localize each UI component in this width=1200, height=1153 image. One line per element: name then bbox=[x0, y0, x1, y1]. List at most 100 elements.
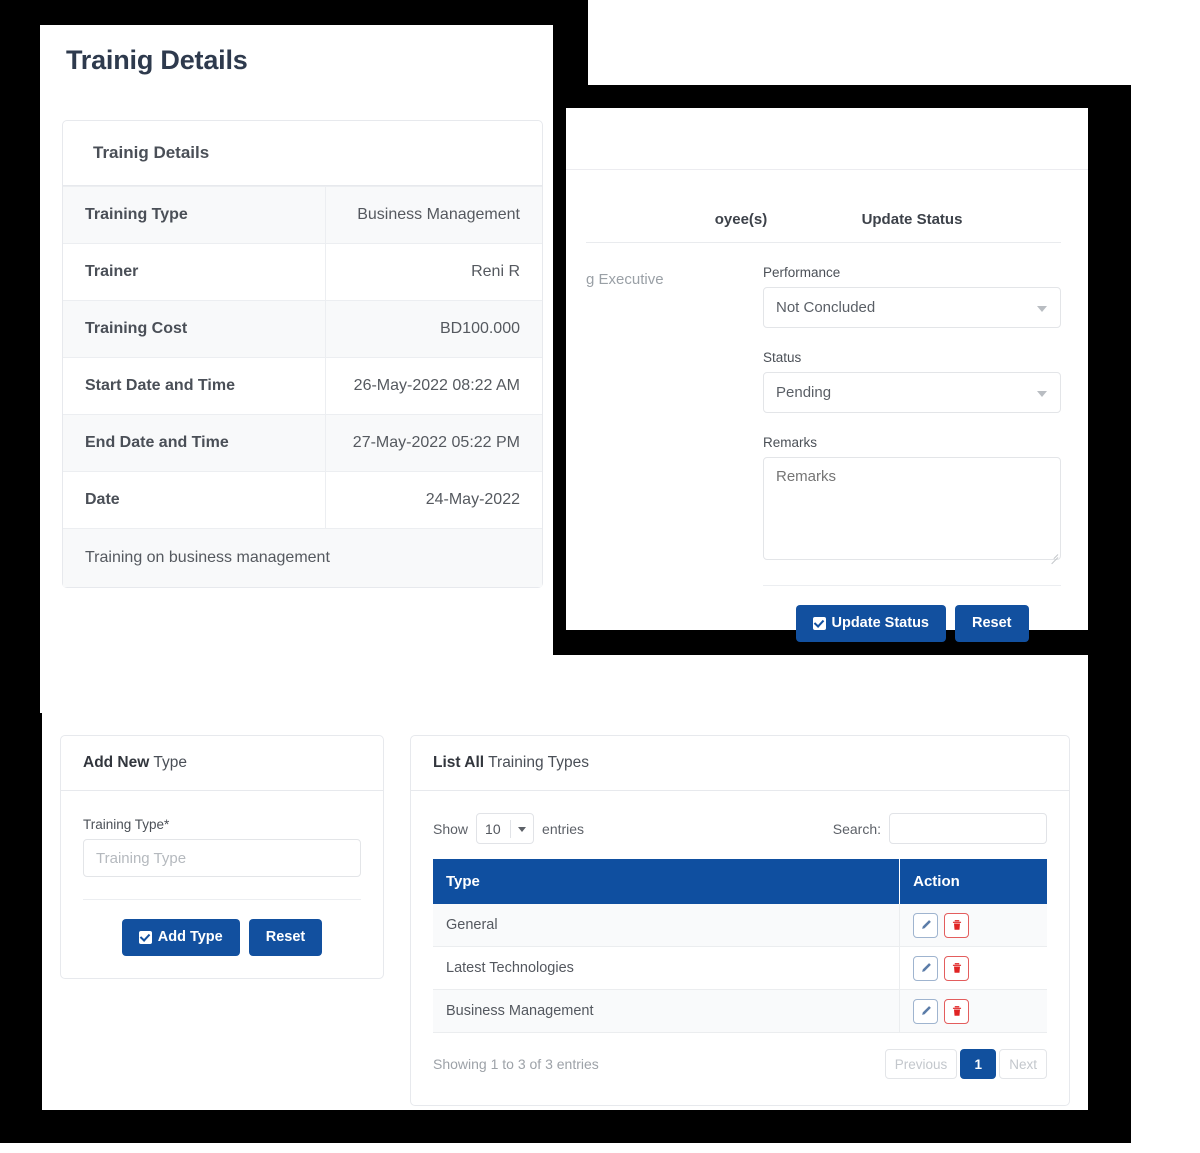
page-title: Trainig Details bbox=[66, 45, 248, 75]
add-new-type-card: Add New Type Training Type* Add Type Res… bbox=[60, 735, 384, 979]
list-training-types-card-body: Show 10 entries Search: Type Action Gene… bbox=[411, 791, 1069, 1105]
status-label: Status bbox=[763, 350, 802, 365]
list-all-title-rest: Training Types bbox=[484, 754, 589, 771]
checkbox-check-icon bbox=[812, 616, 826, 630]
row-value: 24-May-2022 bbox=[325, 471, 542, 529]
training-types-table-body: General Latest Technologies Business Man… bbox=[433, 904, 1047, 1033]
update-status-reset-button[interactable]: Reset bbox=[955, 605, 1029, 642]
row-label: Date bbox=[63, 471, 326, 529]
chevron-down-icon bbox=[1037, 305, 1047, 312]
table-row: Training Cost BD100.000 bbox=[63, 300, 542, 358]
remarks-textarea[interactable] bbox=[763, 457, 1061, 560]
cell-action bbox=[899, 946, 1047, 990]
datatable-info: Showing 1 to 3 of 3 entries bbox=[433, 1056, 599, 1072]
trainig-details-table-body: Training Type Business Management Traine… bbox=[63, 186, 542, 587]
performance-value: Not Concluded bbox=[776, 299, 876, 316]
row-value: BD100.000 bbox=[325, 300, 542, 358]
chevron-down-icon bbox=[518, 826, 527, 832]
delete-icon[interactable] bbox=[944, 998, 970, 1024]
add-type-reset-button[interactable]: Reset bbox=[248, 919, 323, 956]
show-label: Show bbox=[433, 820, 469, 837]
page-length-value: 10 bbox=[485, 820, 501, 837]
delete-icon[interactable] bbox=[944, 912, 970, 938]
search-input[interactable] bbox=[889, 813, 1047, 844]
pagination-page-1[interactable]: 1 bbox=[960, 1049, 997, 1079]
row-value: Reni R bbox=[325, 243, 542, 301]
training-type-input[interactable] bbox=[83, 839, 361, 877]
table-row: Business Management bbox=[433, 989, 1047, 1033]
add-type-button-row: Add Type Reset bbox=[83, 899, 361, 956]
update-status-page: oyee(s) g Executive Update Status Perfor… bbox=[566, 108, 1088, 642]
list-training-types-card-title: List All Training Types bbox=[411, 736, 1069, 791]
training-types-page: Add New Type Training Type* Add Type Res… bbox=[42, 655, 1088, 1110]
update-status-button[interactable]: Update Status bbox=[795, 605, 946, 642]
table-row: Training Type Business Management bbox=[63, 186, 542, 244]
training-type-field-label: Training Type* bbox=[83, 817, 170, 832]
status-value: Pending bbox=[776, 384, 832, 401]
trainig-details-table: Training Type Business Management Traine… bbox=[63, 186, 542, 587]
update-status-column: Update Status Performance Not Concluded … bbox=[763, 211, 1061, 642]
list-all-title-strong: List All bbox=[433, 754, 485, 771]
pagination: Previous 1 Next bbox=[884, 1049, 1047, 1079]
pagination-next[interactable]: Next bbox=[999, 1049, 1047, 1079]
row-value: Business Management bbox=[325, 186, 542, 244]
table-row: General bbox=[433, 904, 1047, 947]
datatable-footer: Showing 1 to 3 of 3 entries Previous 1 N… bbox=[433, 1049, 1047, 1079]
table-row: Latest Technologies bbox=[433, 946, 1047, 990]
datatable-search-control: Search: bbox=[833, 813, 1047, 844]
row-label: Training Type bbox=[63, 186, 326, 244]
chevron-down-icon bbox=[1037, 390, 1047, 397]
cell-type: General bbox=[433, 904, 901, 947]
update-status-button-row: Update Status Reset bbox=[763, 585, 1061, 642]
row-value: 27-May-2022 05:22 PM bbox=[325, 414, 542, 472]
trainig-details-card: Trainig Details Training Type Business M… bbox=[62, 120, 543, 588]
table-row: Trainer Reni R bbox=[63, 243, 542, 301]
edit-icon[interactable] bbox=[913, 998, 939, 1024]
cell-type: Business Management bbox=[433, 989, 901, 1033]
pagination-previous[interactable]: Previous bbox=[884, 1049, 958, 1079]
update-status-reset-label: Reset bbox=[972, 615, 1012, 631]
performance-label: Performance bbox=[763, 265, 841, 280]
update-status-page-header bbox=[566, 108, 1088, 170]
training-description: Training on business management bbox=[63, 528, 542, 587]
cell-type: Latest Technologies bbox=[433, 946, 901, 990]
table-row: Date 24-May-2022 bbox=[63, 471, 542, 529]
column-header-action[interactable]: Action bbox=[899, 859, 1047, 904]
page-length-separator bbox=[510, 820, 512, 838]
remarks-label: Remarks bbox=[763, 435, 818, 450]
add-new-type-title-strong: Add New bbox=[83, 754, 150, 771]
add-type-button[interactable]: Add Type bbox=[121, 919, 240, 956]
remarks-field-wrapper bbox=[763, 457, 1061, 565]
trainig-details-card-title: Trainig Details bbox=[63, 121, 542, 186]
datatable-controls: Show 10 entries Search: bbox=[433, 813, 1047, 844]
add-type-button-label: Add Type bbox=[157, 929, 223, 945]
table-row: Start Date and Time 26-May-2022 08:22 AM bbox=[63, 357, 542, 415]
row-value: 26-May-2022 08:22 AM bbox=[325, 357, 542, 415]
list-training-types-card: List All Training Types Show 10 entries … bbox=[410, 735, 1070, 1106]
table-row-description: Training on business management bbox=[63, 528, 542, 587]
datatable-length-control: Show 10 entries bbox=[433, 813, 584, 844]
row-label: End Date and Time bbox=[63, 414, 326, 472]
training-types-table-head: Type Action bbox=[433, 859, 1047, 904]
row-label: Training Cost bbox=[63, 300, 326, 358]
table-row: End Date and Time 27-May-2022 05:22 PM bbox=[63, 414, 542, 472]
cell-action bbox=[899, 904, 1047, 947]
cell-action bbox=[899, 989, 1047, 1033]
status-select[interactable]: Pending bbox=[763, 372, 1061, 413]
add-new-type-card-body: Training Type* Add Type Reset bbox=[61, 791, 383, 978]
edit-icon[interactable] bbox=[913, 955, 939, 981]
training-types-table: Type Action General Latest Technologies … bbox=[433, 859, 1047, 1033]
edit-icon[interactable] bbox=[913, 912, 939, 938]
delete-icon[interactable] bbox=[944, 955, 970, 981]
page-length-select[interactable]: 10 bbox=[476, 813, 535, 844]
performance-select[interactable]: Not Concluded bbox=[763, 287, 1061, 328]
trainig-details-page: Trainig Details Trainig Details Training… bbox=[40, 25, 553, 713]
table-header-row: Type Action bbox=[433, 859, 1047, 904]
update-status-button-label: Update Status bbox=[831, 615, 930, 631]
search-label: Search: bbox=[832, 820, 881, 837]
add-new-type-title-rest: Type bbox=[149, 754, 187, 771]
checkbox-check-icon bbox=[138, 930, 152, 944]
update-status-column-title: Update Status bbox=[763, 211, 1061, 243]
column-header-type[interactable]: Type bbox=[433, 859, 901, 904]
add-type-reset-label: Reset bbox=[265, 929, 306, 945]
